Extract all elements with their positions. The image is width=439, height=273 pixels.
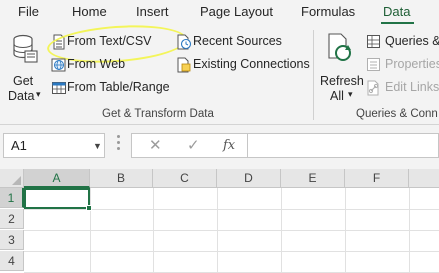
queries-icon [367, 35, 380, 48]
ribbon-tab-bar: File Home Insert Page Layout Formulas Da… [0, 0, 439, 24]
chevron-down-icon: ▾ [348, 89, 353, 99]
queries-label: Queries & [385, 34, 439, 48]
from-table-range-label: From Table/Range [67, 80, 170, 94]
globe-icon [51, 58, 66, 72]
tab-file[interactable]: File [18, 4, 39, 19]
column-header-c[interactable]: C [153, 169, 217, 188]
properties-button[interactable]: Properties [366, 55, 439, 75]
edit-links-button[interactable]: Edit Links [366, 78, 439, 98]
active-cell-a1[interactable] [24, 188, 92, 211]
name-box-value: A1 [11, 138, 27, 153]
existing-connections-label: Existing Connections [193, 57, 310, 71]
edit-links-icon [367, 80, 379, 96]
existing-connections-button[interactable]: Existing Connections [175, 55, 310, 75]
existing-connections-icon [177, 57, 191, 73]
from-table-range-button[interactable]: From Table/Range [50, 78, 170, 98]
formula-bar: A1 ▼ ✕ ✓ fx [0, 125, 439, 169]
recent-sources-button[interactable]: Recent Sources [175, 32, 285, 52]
properties-label: Properties [385, 57, 439, 71]
fill-handle[interactable] [86, 205, 92, 211]
row-header-4[interactable]: 4 [0, 251, 24, 271]
tab-insert[interactable]: Insert [136, 4, 169, 19]
refresh-all-button[interactable]: Refresh All ▾ [318, 30, 364, 104]
gridline [24, 251, 439, 252]
recent-sources-label: Recent Sources [193, 34, 282, 48]
worksheet-grid: A B C D E F 1 2 3 4 [0, 169, 439, 273]
get-data-label-line1: Get [13, 74, 34, 88]
column-header-f[interactable]: F [345, 169, 409, 188]
resize-handle[interactable] [117, 135, 120, 155]
chevron-down-icon: ▾ [36, 89, 41, 99]
from-web-button[interactable]: From Web [50, 55, 160, 75]
queries-connections-button[interactable]: Queries & [366, 32, 439, 52]
gridline [24, 230, 439, 231]
tab-formulas[interactable]: Formulas [301, 4, 355, 19]
group-label-queries-connections: Queries & Conn [356, 108, 438, 120]
group-separator [313, 30, 314, 120]
ribbon: Get Data ▾ From Text/CSV From Web From T… [0, 21, 439, 125]
edit-links-label: Edit Links [385, 80, 439, 94]
tab-data[interactable]: Data [383, 4, 410, 19]
enter-icon[interactable]: ✓ [187, 136, 200, 154]
formula-input[interactable] [247, 133, 439, 158]
row-header-1[interactable]: 1 [0, 188, 24, 208]
tab-home[interactable]: Home [72, 4, 107, 19]
column-header-d[interactable]: D [217, 169, 281, 188]
tab-page-layout[interactable]: Page Layout [200, 4, 273, 19]
row-header-3[interactable]: 3 [0, 230, 24, 250]
database-icon [13, 34, 38, 63]
refresh-label-line1: Refresh [320, 74, 364, 88]
column-header-g[interactable] [409, 169, 439, 188]
name-box[interactable]: A1 ▼ [3, 133, 105, 158]
formula-buttons: ✕ ✓ fx [131, 133, 247, 158]
row-header-2[interactable]: 2 [0, 209, 24, 229]
get-data-label-line2: Data [8, 89, 35, 103]
recent-sources-icon [177, 34, 192, 50]
select-all-button[interactable] [0, 169, 24, 188]
column-header-b[interactable]: B [90, 169, 153, 188]
refresh-icon [328, 33, 351, 61]
refresh-label-line2: All [330, 89, 344, 103]
insert-function-icon[interactable]: fx [223, 138, 235, 153]
chevron-down-icon[interactable]: ▼ [93, 141, 102, 151]
get-data-button[interactable]: Get Data ▾ [4, 30, 44, 104]
column-header-e[interactable]: E [281, 169, 345, 188]
from-web-label: From Web [67, 57, 126, 71]
properties-icon [367, 58, 380, 71]
column-header-a[interactable]: A [24, 169, 90, 188]
cancel-icon[interactable]: ✕ [149, 136, 162, 154]
table-icon [52, 82, 66, 94]
group-label-get-transform: Get & Transform Data [102, 108, 214, 120]
